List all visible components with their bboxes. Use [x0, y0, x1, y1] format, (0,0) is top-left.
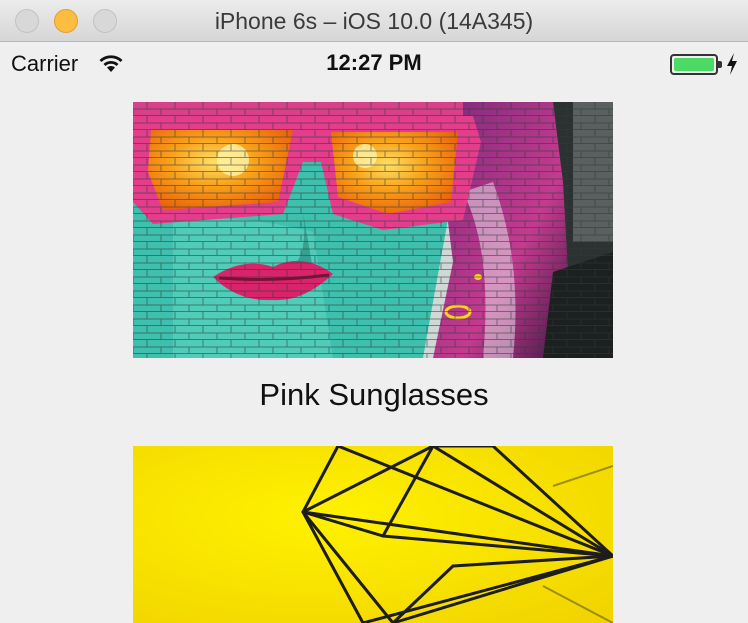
- geometric-wire-image: [133, 446, 613, 623]
- ios-status-bar: Carrier 12:27 PM: [0, 42, 748, 82]
- status-time: 12:27 PM: [326, 50, 422, 75]
- graffiti-image: [133, 102, 613, 358]
- card-title: Pink Sunglasses: [259, 377, 489, 412]
- charging-bolt-icon: [727, 53, 737, 75]
- card-image-geometric[interactable]: [133, 446, 613, 623]
- battery-icon: [670, 54, 722, 75]
- card-image-pink-sunglasses[interactable]: [133, 102, 613, 358]
- window-title: iPhone 6s – iOS 10.0 (14A345): [214, 8, 534, 34]
- window-titlebar: iPhone 6s – iOS 10.0 (14A345): [0, 0, 748, 42]
